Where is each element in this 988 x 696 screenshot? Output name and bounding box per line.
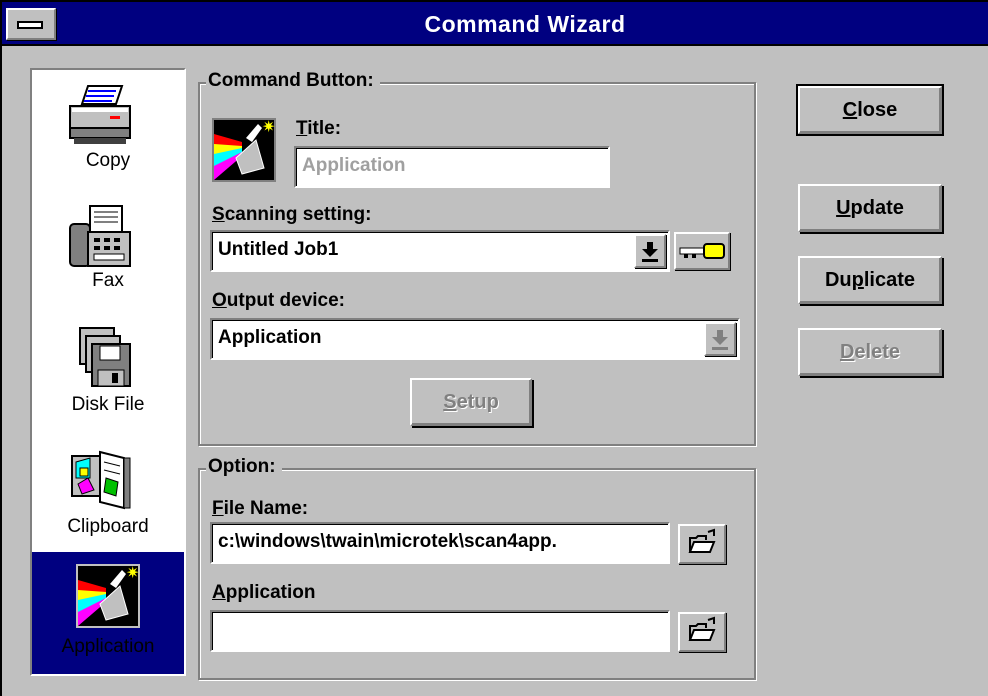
command-type-disk-file[interactable]: Disk File [32,314,184,434]
file-name-label: File Name: [212,498,309,519]
printer-icon [69,85,131,144]
option-group: Option: File Name: c:\windows\twain\micr… [198,456,756,680]
command-button-group: Command Button: ✷ Title: Application Sca… [198,70,756,446]
command-type-list[interactable]: Copy Fax Disk File Clipboard ✷ Applicati… [30,68,186,676]
output-device-value: Application [218,327,322,348]
scanning-setting-value: Untitled Job1 [218,239,339,260]
key-icon [679,243,725,259]
command-type-label: Clipboard [67,516,149,537]
command-button-group-title: Command Button: [206,70,380,92]
command-type-label: Disk File [71,394,145,415]
prism-icon: ✷ [76,564,140,628]
scanning-setting-dropdown-button[interactable] [634,234,666,268]
svg-text:✷: ✷ [262,118,275,136]
window-title: Command Wizard [424,11,626,37]
command-type-label: Fax [92,270,124,291]
command-type-fax[interactable]: Fax [32,192,184,312]
title-bar: Command Wizard [2,2,988,46]
application-browse-button[interactable] [678,612,726,652]
system-menu-button[interactable] [6,8,56,40]
command-type-label: Application [61,636,155,657]
command-wizard-window: Command Wizard Copy Fax Disk File Clipbo… [0,0,988,696]
floppy-disks-icon [79,327,131,387]
open-folder-icon [688,528,716,553]
file-name-browse-button[interactable] [678,524,726,564]
title-label: Title: [296,118,342,139]
close-button[interactable]: Close [796,84,944,136]
fax-icon [69,205,131,267]
output-device-select[interactable]: Application [210,318,740,360]
svg-text:✷: ✷ [126,564,139,582]
scanning-setting-key-button[interactable] [674,232,730,270]
open-folder-icon [688,616,716,641]
command-icon-preview[interactable]: ✷ [212,117,276,182]
application-label: Application [212,582,316,603]
setup-button[interactable]: Setup [410,378,532,426]
scanning-setting-select[interactable]: Untitled Job1 [210,230,670,272]
system-menu-icon [17,21,43,29]
application-field[interactable] [210,610,670,652]
update-button[interactable]: Update [798,184,942,232]
arrow-down-disabled-icon [712,330,728,350]
clipboard-icon [71,450,131,510]
command-type-copy[interactable]: Copy [32,70,184,190]
command-type-label: Copy [85,150,131,171]
output-device-label: Output device: [212,290,346,311]
file-name-field[interactable]: c:\windows\twain\microtek\scan4app. [210,522,670,564]
command-type-clipboard[interactable]: Clipboard [32,436,184,556]
command-type-application[interactable]: ✷ Application [32,552,184,674]
output-device-dropdown-button[interactable] [704,322,736,356]
title-field[interactable]: Application [294,146,610,188]
scanning-setting-label: Scanning setting: [212,204,372,225]
delete-button[interactable]: Delete [798,328,942,376]
prism-icon: ✷ [212,117,276,182]
arrow-down-icon [642,242,658,262]
option-group-title: Option: [206,456,282,478]
duplicate-button[interactable]: Duplicate [798,256,942,304]
